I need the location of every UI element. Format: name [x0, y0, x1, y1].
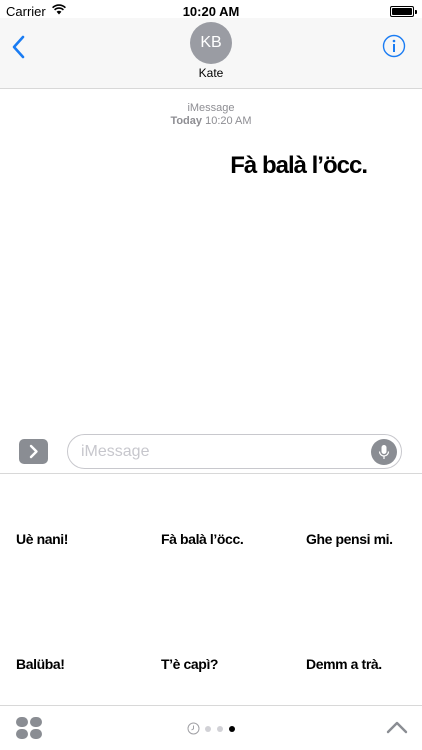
back-chevron-icon[interactable]: [10, 34, 30, 60]
sticker-item[interactable]: Balüba!: [16, 656, 65, 672]
sticker-item[interactable]: T’è capì?: [161, 656, 218, 672]
sticker-item[interactable]: Fà balà l’öcc.: [161, 531, 244, 547]
page-dot-active: [229, 726, 235, 732]
sticker-item[interactable]: Ghe pensi mi.: [306, 531, 393, 547]
compose-bar: iMessage: [0, 430, 422, 474]
chevron-up-icon[interactable]: [386, 720, 408, 734]
message-timestamp: Today 10:20 AM: [0, 115, 422, 127]
sticker-drawer: Uè nani! Fà balà l’öcc. Ghe pensi mi. Ba…: [0, 475, 422, 705]
app-grid-icon[interactable]: [16, 717, 42, 739]
contact-name[interactable]: Kate: [0, 66, 422, 80]
battery-icon: [390, 6, 417, 17]
page-dot: [217, 726, 223, 732]
status-time: 10:20 AM: [182, 4, 240, 19]
service-label: iMessage: [187, 102, 235, 114]
message-input[interactable]: iMessage: [67, 434, 402, 469]
info-icon[interactable]: [382, 34, 406, 58]
conversation-area: iMessage Today 10:20 AM Fà balà l’öcc.: [0, 90, 422, 430]
dictation-button[interactable]: [371, 439, 397, 465]
conversation-header: KB Kate: [0, 18, 422, 89]
sent-sticker-message[interactable]: Fà balà l’öcc.: [230, 152, 368, 180]
page-dot: [205, 726, 211, 732]
sticker-item[interactable]: Demm a trà.: [306, 656, 382, 672]
contact-avatar[interactable]: KB: [190, 22, 232, 64]
chevron-right-icon: [29, 444, 38, 459]
page-indicator[interactable]: [187, 722, 247, 736]
expand-apps-button[interactable]: [19, 439, 48, 464]
timestamp-day: Today: [170, 115, 203, 127]
microphone-icon: [378, 445, 390, 459]
timestamp-time: 10:20 AM: [205, 115, 252, 127]
recents-clock-icon: [187, 722, 200, 735]
message-input-placeholder: iMessage: [81, 443, 150, 460]
sticker-item[interactable]: Uè nani!: [16, 531, 68, 547]
app-drawer-bar: [0, 705, 422, 750]
